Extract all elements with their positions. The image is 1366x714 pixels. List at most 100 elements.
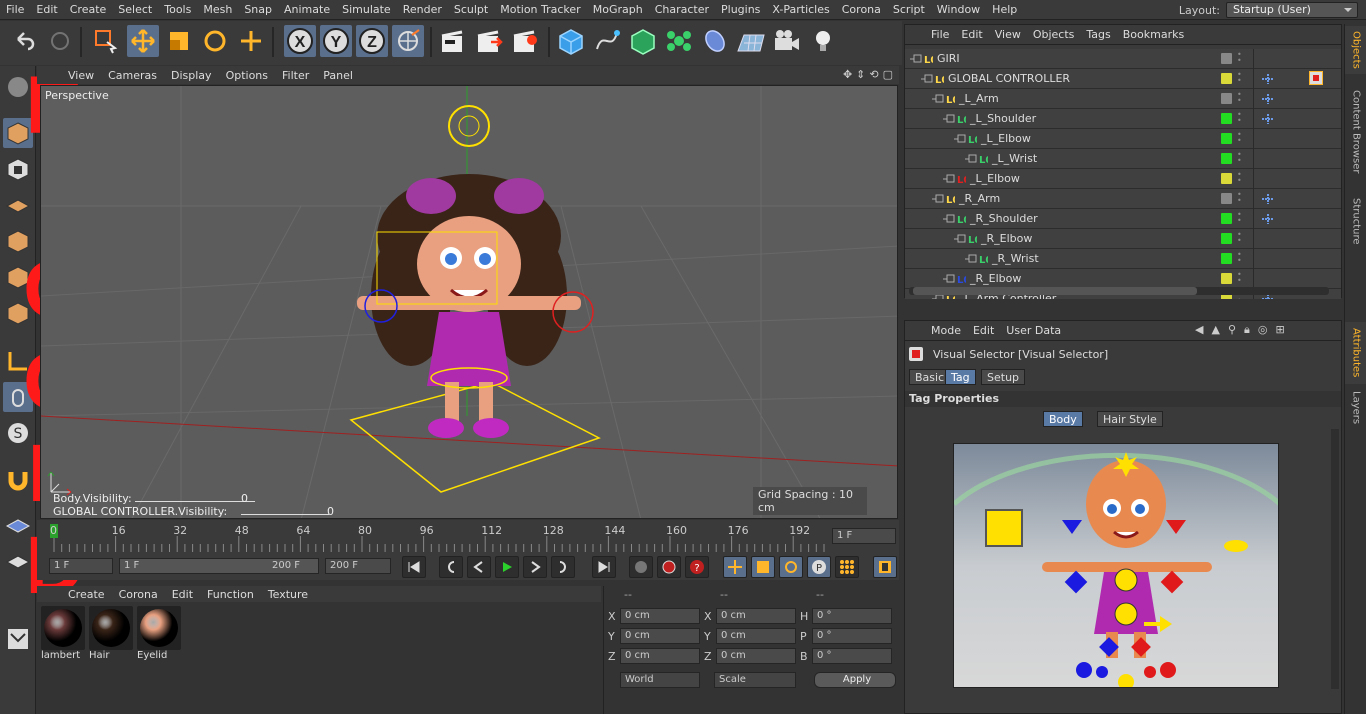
material-menu-function[interactable]: Function	[200, 588, 261, 601]
timeline-window-icon[interactable]	[873, 556, 897, 578]
tab-tag[interactable]: Tag	[945, 369, 976, 385]
coord-value-field[interactable]: 0 cm	[620, 608, 700, 624]
object-menu-objects[interactable]: Objects	[1027, 28, 1081, 41]
x-axis-icon[interactable]: X	[284, 25, 316, 57]
floor-icon[interactable]	[735, 25, 767, 57]
layer-color-swatch[interactable]	[1221, 213, 1232, 224]
key-rotation-icon[interactable]	[779, 556, 803, 578]
object-row[interactable]: L0 _R_Elbow • •	[905, 269, 1341, 289]
menu-snap[interactable]: Snap	[238, 3, 278, 16]
layer-color-swatch[interactable]	[1221, 133, 1232, 144]
visibility-toggle[interactable]: • •	[1237, 171, 1242, 185]
menu-edit[interactable]: Edit	[30, 3, 63, 16]
go-to-end-icon[interactable]	[592, 556, 616, 578]
key-pla-icon[interactable]	[835, 556, 859, 578]
cloner-icon[interactable]	[663, 25, 695, 57]
menu-animate[interactable]: Animate	[278, 3, 336, 16]
viewport-menu-options[interactable]: Options	[219, 69, 275, 82]
layer-color-swatch[interactable]	[1221, 193, 1232, 204]
end-frame-field[interactable]: 200 F	[325, 558, 391, 574]
visual-selector-tag-icon[interactable]	[1309, 71, 1323, 85]
world-coord-icon[interactable]	[392, 25, 424, 57]
up-icon[interactable]: ▲	[1211, 323, 1219, 337]
visibility-toggle[interactable]: • •	[1237, 271, 1242, 285]
prev-frame-icon[interactable]	[467, 556, 491, 578]
menu-create[interactable]: Create	[64, 3, 113, 16]
layer-color-swatch[interactable]	[1221, 153, 1232, 164]
deformer-icon[interactable]	[699, 25, 731, 57]
live-selection-icon[interactable]	[90, 25, 122, 57]
z-axis-icon[interactable]: Z	[356, 25, 388, 57]
attr-menu-edit[interactable]: Edit	[967, 324, 1000, 337]
cube-icon[interactable]	[555, 25, 587, 57]
visibility-toggle[interactable]: • •	[1237, 111, 1242, 125]
material-swatch[interactable]: lambert	[41, 606, 85, 666]
render-settings-icon[interactable]	[509, 25, 541, 57]
object-row[interactable]: L0 _R_Wrist • •	[905, 249, 1341, 269]
y-axis-icon[interactable]: Y	[320, 25, 352, 57]
key-parameter-icon[interactable]: P	[807, 556, 831, 578]
layout-dropdown[interactable]: Startup (User)	[1226, 2, 1358, 18]
tag-icon[interactable]	[1261, 113, 1275, 125]
visibility-toggle[interactable]: • •	[1237, 191, 1242, 205]
toggle-view-icon[interactable]: ▢	[883, 68, 893, 81]
add-icon[interactable]	[235, 25, 267, 57]
viewport-menu-panel[interactable]: Panel	[316, 69, 360, 82]
menu-sculpt[interactable]: Sculpt	[448, 3, 494, 16]
object-row[interactable]: L0 _R_Arm • •	[905, 189, 1341, 209]
size-mode-select[interactable]: Scale	[714, 672, 796, 688]
visibility-toggle[interactable]: • •	[1237, 251, 1242, 265]
menu-mesh[interactable]: Mesh	[197, 3, 238, 16]
attr-menu-user-data[interactable]: User Data	[1000, 324, 1067, 337]
object-hscroll[interactable]	[909, 287, 1329, 295]
subdivision-icon[interactable]	[627, 25, 659, 57]
attr-menu-mode[interactable]: Mode	[925, 324, 967, 337]
layer-color-swatch[interactable]	[1221, 73, 1232, 84]
tab-structure[interactable]: Structure	[1345, 190, 1366, 252]
material-swatch[interactable]: Eyelid	[137, 606, 181, 666]
key-scale-icon[interactable]	[751, 556, 775, 578]
coord-mode-select[interactable]: World	[620, 672, 700, 688]
coord-value-field[interactable]: 0 cm	[620, 648, 700, 664]
coord-value-field[interactable]: 0 cm	[620, 628, 700, 644]
visibility-toggle[interactable]: • •	[1237, 231, 1242, 245]
keyframe-help-icon[interactable]: ?	[685, 556, 709, 578]
zoom-view-icon[interactable]: ⇕	[856, 68, 865, 81]
layer-color-swatch[interactable]	[1221, 53, 1232, 64]
viewport-menu-display[interactable]: Display	[164, 69, 219, 82]
tab-setup[interactable]: Setup	[981, 369, 1026, 385]
layer-color-swatch[interactable]	[1221, 173, 1232, 184]
visibility-toggle[interactable]: • •	[1237, 151, 1242, 165]
prev-key-icon[interactable]	[439, 556, 463, 578]
menu-window[interactable]: Window	[931, 3, 986, 16]
body-visibility-slider[interactable]	[135, 494, 255, 502]
object-row[interactable]: L0 _L_Wrist • •	[905, 149, 1341, 169]
menu-select[interactable]: Select	[112, 3, 158, 16]
next-key-icon[interactable]	[551, 556, 575, 578]
coord-value-field[interactable]: 0 °	[812, 608, 892, 624]
play-icon[interactable]	[495, 556, 519, 578]
tag-icon[interactable]	[1261, 193, 1275, 205]
coord-value-field[interactable]: 0 °	[812, 628, 892, 644]
layer-color-swatch[interactable]	[1221, 113, 1232, 124]
object-row[interactable]: L0 _L_Shoulder • •	[905, 109, 1341, 129]
material-swatch[interactable]: Hair	[89, 606, 133, 666]
redo-icon[interactable]	[44, 25, 76, 57]
visual-selector-picker[interactable]	[953, 443, 1279, 688]
global-visibility-slider[interactable]	[241, 507, 329, 515]
object-menu-view[interactable]: View	[989, 28, 1027, 41]
object-menu-tags[interactable]: Tags	[1080, 28, 1116, 41]
viewport-menu-filter[interactable]: Filter	[275, 69, 316, 82]
menu-motion-tracker[interactable]: Motion Tracker	[494, 3, 586, 16]
viewport-menu-view[interactable]: View	[61, 69, 101, 82]
coord-value-field[interactable]: 0 cm	[716, 628, 796, 644]
menu-tools[interactable]: Tools	[158, 3, 197, 16]
layer-color-swatch[interactable]	[1221, 93, 1232, 104]
current-frame-field[interactable]: 1 F	[832, 528, 896, 544]
start-frame-field[interactable]: 1 F	[49, 558, 113, 574]
menu-help[interactable]: Help	[986, 3, 1023, 16]
menu-plugins[interactable]: Plugins	[715, 3, 766, 16]
viewport-perspective[interactable]: Perspective Body.Visibility: 0 GLOBAL CO…	[40, 85, 898, 519]
material-menu-edit[interactable]: Edit	[165, 588, 200, 601]
spline-pen-icon[interactable]	[591, 25, 623, 57]
